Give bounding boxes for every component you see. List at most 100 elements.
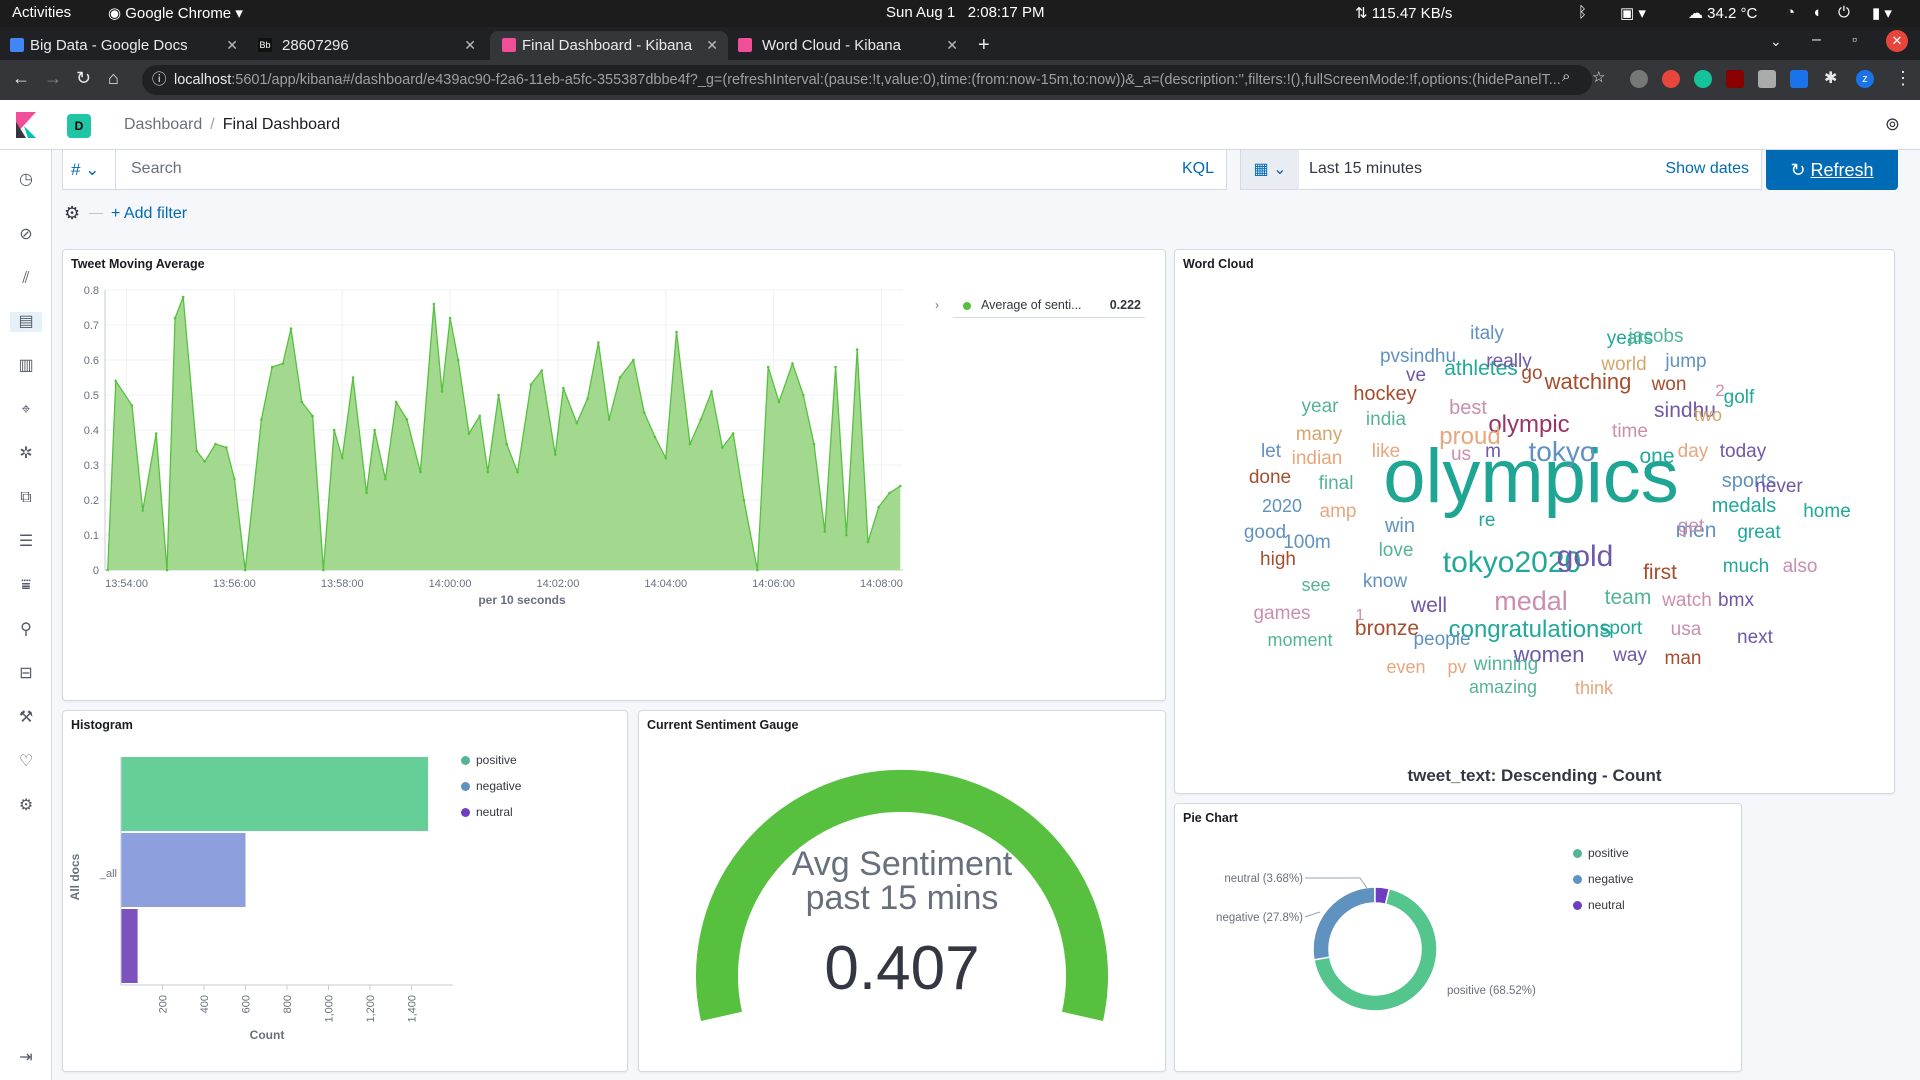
uptime-icon[interactable]: ⚲ bbox=[16, 620, 36, 640]
clock[interactable]: Sun Aug 1 2:08:17 PM bbox=[886, 4, 1044, 21]
activities-button[interactable]: Activities bbox=[12, 4, 71, 21]
filter-settings-icon[interactable]: ⚙ bbox=[64, 203, 84, 223]
histogram-chart[interactable]: 200 400 600 800 1,000 1,200 1,400 Count _all All … bbox=[63, 711, 627, 1067]
data-point bbox=[632, 358, 635, 362]
word-cloud-word: also bbox=[1783, 556, 1818, 577]
back-icon[interactable]: ← bbox=[12, 68, 30, 89]
data-point bbox=[516, 470, 519, 474]
siem-icon[interactable]: ⊟ bbox=[16, 664, 36, 684]
close-icon[interactable]: ✕ bbox=[706, 31, 718, 60]
reload-icon[interactable]: ↻ bbox=[76, 68, 91, 89]
maximize-icon[interactable]: ▫ bbox=[1852, 31, 1857, 47]
legend-positive[interactable]: positive bbox=[461, 753, 517, 767]
data-point bbox=[203, 460, 207, 463]
dev-tools-icon[interactable]: ⚒ bbox=[16, 708, 36, 728]
sentiment-gauge[interactable]: Avg Sentimentpast 15 mins 0.407 bbox=[639, 711, 1165, 1071]
query-language-menu[interactable]: # ⌄ bbox=[71, 160, 99, 180]
apm-icon[interactable]: ⩸ bbox=[16, 576, 36, 596]
home-icon[interactable]: ⌂ bbox=[108, 68, 119, 89]
blackboard-icon: Bb bbox=[258, 38, 272, 52]
puzzle-icon[interactable]: ✱ bbox=[1824, 68, 1837, 88]
tab-google-docs[interactable]: Big Data - Google Docs ✕ bbox=[10, 31, 248, 60]
kibana-nav-sidebar: ◷ ⊘ ⫽ ▤ ▥ ⌖ ✲ ⧉ ☰ ⩸ ⚲ ⊟ ⚒ ♡ ⚙ ⇥ bbox=[0, 150, 52, 1080]
space-avatar[interactable]: D bbox=[67, 114, 91, 138]
tab-blackboard[interactable]: Bb 28607296 ✕ bbox=[258, 31, 486, 60]
add-filter-button[interactable]: + Add filter bbox=[111, 205, 187, 223]
visualize-icon[interactable]: ⫽ bbox=[16, 269, 36, 289]
y-tick-label: 0.2 bbox=[84, 495, 99, 507]
bluetooth-icon[interactable]: ᛒ bbox=[1578, 4, 1587, 21]
extension-icon[interactable] bbox=[1630, 70, 1648, 88]
kibana-logo[interactable] bbox=[14, 112, 38, 138]
management-icon[interactable]: ⚙ bbox=[16, 796, 36, 816]
close-icon[interactable]: ✕ bbox=[464, 31, 476, 60]
data-point bbox=[181, 295, 185, 299]
word-cloud-word: games bbox=[1253, 603, 1310, 624]
calendar-icon[interactable]: ▦ ⌄ bbox=[1241, 150, 1299, 189]
volume-icon[interactable]: ◖ bbox=[1812, 4, 1821, 21]
canvas-icon[interactable]: ▥ bbox=[16, 356, 36, 376]
ublock-icon[interactable] bbox=[1726, 70, 1744, 88]
legend-neutral[interactable]: neutral bbox=[461, 805, 513, 819]
query-bar: # ⌄ Search KQL ▦ ⌄ Last 15 minutes Show … bbox=[62, 150, 1920, 190]
url-host: localhost bbox=[174, 72, 232, 88]
data-point bbox=[448, 316, 452, 320]
profile-avatar[interactable]: z bbox=[1856, 70, 1874, 88]
tab-word-cloud[interactable]: Word Cloud - Kibana ✕ bbox=[738, 31, 968, 60]
show-dates-link[interactable]: Show dates bbox=[1665, 160, 1749, 178]
menu-icon[interactable]: ⋮ bbox=[1894, 68, 1912, 89]
zoom-icon[interactable]: ⌕ bbox=[1562, 68, 1570, 85]
maps-icon[interactable]: ⌖ bbox=[16, 400, 36, 420]
word-cloud-word: go bbox=[1521, 363, 1542, 384]
extension-icon[interactable] bbox=[1758, 70, 1776, 88]
grammarly-icon[interactable] bbox=[1694, 70, 1712, 88]
info-icon[interactable]: ⓘ bbox=[152, 65, 167, 95]
kql-toggle[interactable]: KQL bbox=[1182, 160, 1214, 178]
forward-icon[interactable]: → bbox=[44, 68, 62, 89]
tab-search-icon[interactable]: ⌄ bbox=[1770, 33, 1782, 50]
legend-item[interactable]: Average of senti... 0.222 bbox=[953, 292, 1145, 318]
dashboard-icon[interactable]: ▤ bbox=[10, 312, 42, 332]
monitoring-icon[interactable]: ♡ bbox=[16, 752, 36, 772]
battery-icon[interactable]: ▮ ▾ bbox=[1872, 4, 1892, 22]
data-point bbox=[505, 442, 508, 446]
weather[interactable]: ☁ 34.2 °C bbox=[1688, 4, 1757, 22]
extension-icon[interactable] bbox=[1662, 70, 1680, 88]
breadcrumb-dashboard[interactable]: Dashboard bbox=[124, 116, 202, 133]
refresh-button[interactable]: ↻ Refresh bbox=[1766, 150, 1898, 190]
close-icon[interactable]: ✕ bbox=[946, 31, 958, 60]
app-menu[interactable]: ◉ Google Chrome ▾ bbox=[108, 4, 243, 22]
tab-final-dashboard[interactable]: Final Dashboard - Kibana ✕ bbox=[490, 31, 728, 60]
recent-icon[interactable]: ◷ bbox=[16, 170, 36, 190]
address-bar[interactable]: ⓘ localhost:5601/app/kibana#/dashboard/e… bbox=[142, 65, 1592, 95]
minimize-icon[interactable]: – bbox=[1812, 31, 1821, 49]
close-window-icon[interactable]: ✕ bbox=[1886, 30, 1908, 52]
word-cloud[interactable]: olympicstokyo2020goldtokyomedalolympicco… bbox=[1175, 250, 1894, 750]
refresh-icon: ↻ bbox=[1790, 160, 1811, 180]
search-input[interactable]: Search bbox=[131, 160, 182, 178]
ml-icon[interactable]: ✲ bbox=[16, 444, 36, 464]
close-icon[interactable]: ✕ bbox=[226, 31, 238, 60]
extension-icon[interactable] bbox=[1790, 70, 1808, 88]
new-tab-button[interactable]: + bbox=[976, 31, 990, 60]
donut-chart[interactable]: positive (68.52%) negative (27.8%) neutral… bbox=[1175, 804, 1595, 1064]
logs-icon[interactable]: ☰ bbox=[16, 532, 36, 552]
wifi-icon[interactable]: ◔ bbox=[1786, 4, 1795, 21]
power-icon[interactable]: ⏻ bbox=[1838, 4, 1850, 21]
word-cloud-word: italy bbox=[1470, 323, 1504, 344]
slice-label: positive (68.52%) bbox=[1447, 985, 1536, 997]
chrome-icon: ◉ bbox=[108, 5, 126, 22]
legend-negative[interactable]: negative bbox=[461, 779, 521, 793]
data-point bbox=[777, 400, 781, 404]
clipboard-icon[interactable]: ▣ ▾ bbox=[1620, 4, 1646, 22]
legend-neutral[interactable]: neutral bbox=[1573, 898, 1625, 912]
discover-icon[interactable]: ⊘ bbox=[16, 225, 36, 245]
legend-positive[interactable]: positive bbox=[1573, 846, 1629, 860]
legend-toggle-icon[interactable]: › bbox=[935, 298, 939, 312]
collapse-nav-icon[interactable]: ⇥ bbox=[16, 1048, 36, 1068]
bookmark-star-icon[interactable]: ☆ bbox=[1592, 68, 1605, 86]
help-icon[interactable]: ⊚ bbox=[1885, 114, 1900, 135]
infrastructure-icon[interactable]: ⧉ bbox=[16, 488, 36, 508]
time-range[interactable]: Last 15 minutes bbox=[1309, 160, 1422, 178]
legend-negative[interactable]: negative bbox=[1573, 872, 1633, 886]
